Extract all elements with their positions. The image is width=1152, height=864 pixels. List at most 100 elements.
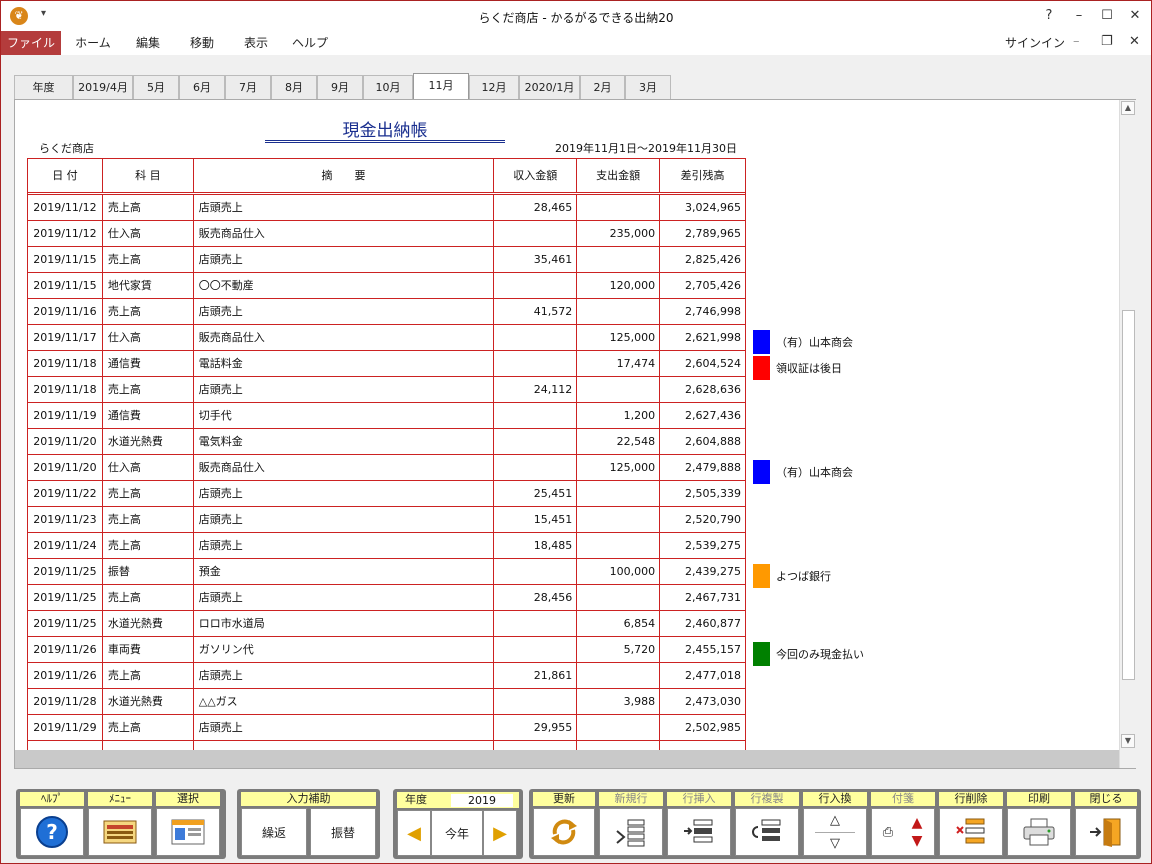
cell-exp[interactable]: 235,000 [577,221,661,246]
cell-empty[interactable] [577,741,661,750]
next-year-icon[interactable]: ▶ [483,810,517,856]
cell-acct[interactable]: 通信費 [103,403,194,428]
cell-date[interactable]: 2019/11/17 [28,325,103,350]
cell-exp[interactable]: 1,200 [577,403,661,428]
table-row[interactable]: 2019/11/29 売上高 店頭売上 29,955 2,502,985 [28,715,745,741]
cell-acct[interactable]: 水道光熱費 [103,429,194,454]
cell-inc[interactable] [494,455,578,480]
cell-desc[interactable]: 店頭売上 [194,247,495,272]
cell-desc[interactable]: 店頭売上 [194,715,495,740]
table-row[interactable]: 2019/11/23 売上高 店頭売上 15,451 2,520,790 [28,507,745,533]
table-row[interactable]: 2019/11/24 売上高 店頭売上 18,485 2,539,275 [28,533,745,559]
delete-row-tool[interactable]: 行削除 [939,792,1003,856]
cell-empty[interactable] [660,741,745,750]
cell-exp[interactable]: 125,000 [577,455,661,480]
cell-date[interactable]: 2019/11/28 [28,689,103,714]
cell-desc[interactable]: ロロ市水道局 [194,611,495,636]
cell-inc[interactable]: 21,861 [494,663,578,688]
year-value[interactable]: 2019 [451,794,513,807]
cell-desc[interactable]: 販売商品仕入 [194,325,495,350]
tab-05[interactable]: 5月 [133,75,179,99]
cell-acct[interactable]: 売上高 [103,481,194,506]
cell-desc[interactable]: 〇〇不動産 [194,273,495,298]
cell-desc[interactable]: 販売商品仕入 [194,221,495,246]
cell-desc[interactable]: 預金 [194,559,495,584]
cell-bal[interactable]: 2,479,888 [660,455,745,480]
cell-inc[interactable]: 29,955 [494,715,578,740]
cell-acct[interactable]: 振替 [103,559,194,584]
cell-exp[interactable] [577,507,661,532]
cell-date[interactable]: 2019/11/25 [28,585,103,610]
swap-row-tool[interactable]: 行入換 △ ▽ [803,792,867,856]
table-row[interactable]: 2019/11/16 売上高 店頭売上 41,572 2,746,998 [28,299,745,325]
cell-desc[interactable]: 切手代 [194,403,495,428]
cell-exp[interactable]: 100,000 [577,559,661,584]
cell-date[interactable]: 2019/11/23 [28,507,103,532]
table-row[interactable]: 2019/11/17 仕入高 販売商品仕入 125,000 2,621,998 [28,325,745,351]
cell-bal[interactable]: 2,621,998 [660,325,745,350]
cell-desc[interactable]: ガソリン代 [194,637,495,662]
cell-desc[interactable]: 店頭売上 [194,585,495,610]
cell-inc[interactable]: 41,572 [494,299,578,324]
cell-date[interactable]: 2019/11/26 [28,663,103,688]
cell-inc[interactable]: 25,451 [494,481,578,506]
menu-tool-button[interactable] [88,808,152,856]
restore-icon[interactable]: ❐ [1101,34,1113,49]
cell-inc[interactable] [494,559,578,584]
cell-date[interactable]: 2019/11/24 [28,533,103,558]
scroll-up-icon[interactable]: ▲ [1121,101,1135,115]
table-row[interactable]: 2019/11/26 売上高 店頭売上 21,861 2,477,018 [28,663,745,689]
cell-date[interactable]: 2019/11/26 [28,637,103,662]
cell-bal[interactable]: 2,825,426 [660,247,745,272]
cell-empty[interactable] [194,741,495,750]
ribbon-minimize-icon[interactable]: – [1073,34,1080,49]
cell-inc[interactable] [494,611,578,636]
memo-tag[interactable]: （有）山本商会 [753,330,853,354]
help-tool-button[interactable]: ? [20,808,84,856]
cell-exp[interactable] [577,715,661,740]
help-tool[interactable]: ﾍﾙﾌﾟ ? [20,792,84,856]
cell-empty[interactable] [28,741,103,750]
minimize-icon[interactable]: – [1067,6,1091,26]
horizontal-scrollbar[interactable] [15,750,1119,768]
tab-fiscal-year[interactable]: 年度 [14,75,73,99]
tab-03[interactable]: 3月 [625,75,671,99]
cell-exp[interactable]: 120,000 [577,273,661,298]
close-icon[interactable]: ✕ [1123,6,1147,26]
cell-bal[interactable]: 2,455,157 [660,637,745,662]
print-tool-button[interactable] [1007,808,1071,856]
cell-date[interactable]: 2019/11/25 [28,611,103,636]
cell-acct[interactable]: 水道光熱費 [103,611,194,636]
cell-inc[interactable] [494,403,578,428]
table-row-partial[interactable] [28,741,745,750]
delete-row-tool-button[interactable] [939,808,1003,856]
cell-acct[interactable]: 売上高 [103,299,194,324]
table-row[interactable]: 2019/11/22 売上高 店頭売上 25,451 2,505,339 [28,481,745,507]
table-row[interactable]: 2019/11/15 地代家賃 〇〇不動産 120,000 2,705,426 [28,273,745,299]
table-row[interactable]: 2019/11/18 通信費 電話料金 17,474 2,604,524 [28,351,745,377]
cell-bal[interactable]: 2,539,275 [660,533,745,558]
close-tool-button[interactable] [1075,808,1137,856]
cell-acct[interactable]: 地代家賃 [103,273,194,298]
table-row[interactable]: 2019/11/25 水道光熱費 ロロ市水道局 6,854 2,460,877 [28,611,745,637]
cell-bal[interactable]: 2,604,524 [660,351,745,376]
cell-bal[interactable]: 2,467,731 [660,585,745,610]
cell-exp[interactable]: 17,474 [577,351,661,376]
tag-tool[interactable]: 付箋 ⎙ ▲ ▼ [871,792,935,856]
cell-bal[interactable]: 2,520,790 [660,507,745,532]
cell-acct[interactable]: 水道光熱費 [103,689,194,714]
cell-bal[interactable]: 2,477,018 [660,663,745,688]
tag-down-icon[interactable]: ▼ [912,832,923,850]
cell-desc[interactable]: 店頭売上 [194,507,495,532]
menu-file[interactable]: ファイル [1,31,61,55]
scroll-down-icon[interactable]: ▼ [1121,734,1135,748]
cell-acct[interactable]: 売上高 [103,507,194,532]
cell-acct[interactable]: 売上高 [103,663,194,688]
cell-inc[interactable]: 35,461 [494,247,578,272]
cell-inc[interactable]: 28,456 [494,585,578,610]
new-row-tool-button[interactable] [599,808,663,856]
cell-date[interactable]: 2019/11/12 [28,221,103,246]
tag-up-icon[interactable]: ▲ [912,814,923,832]
cell-inc[interactable] [494,221,578,246]
tab-11[interactable]: 11月 [413,73,469,100]
